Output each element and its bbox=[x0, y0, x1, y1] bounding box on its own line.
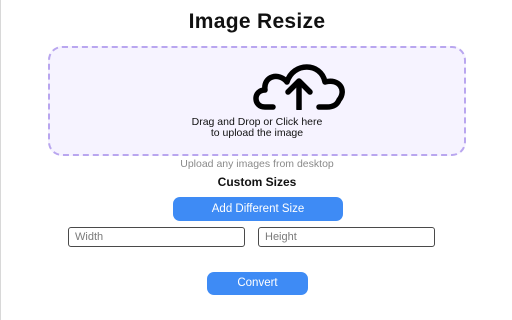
upload-dropzone[interactable]: Drag and Drop or Click here to upload th… bbox=[48, 46, 466, 156]
convert-button[interactable]: Convert bbox=[207, 272, 308, 295]
height-input[interactable] bbox=[258, 227, 435, 247]
dropzone-line-2: to upload the image bbox=[210, 127, 304, 139]
image-resize-page: Image Resize Drag and Drop or Click here… bbox=[0, 0, 512, 320]
add-different-size-button[interactable]: Add Different Size bbox=[173, 197, 343, 221]
dropzone-instructions: Drag and Drop or Click here to upload th… bbox=[50, 117, 464, 139]
width-input[interactable] bbox=[68, 227, 245, 247]
upload-helper-text: Upload any images from desktop bbox=[180, 158, 334, 170]
page-title: Image Resize bbox=[188, 10, 326, 33]
cloud-upload-icon bbox=[253, 64, 345, 110]
custom-sizes-heading: Custom Sizes bbox=[217, 175, 297, 189]
